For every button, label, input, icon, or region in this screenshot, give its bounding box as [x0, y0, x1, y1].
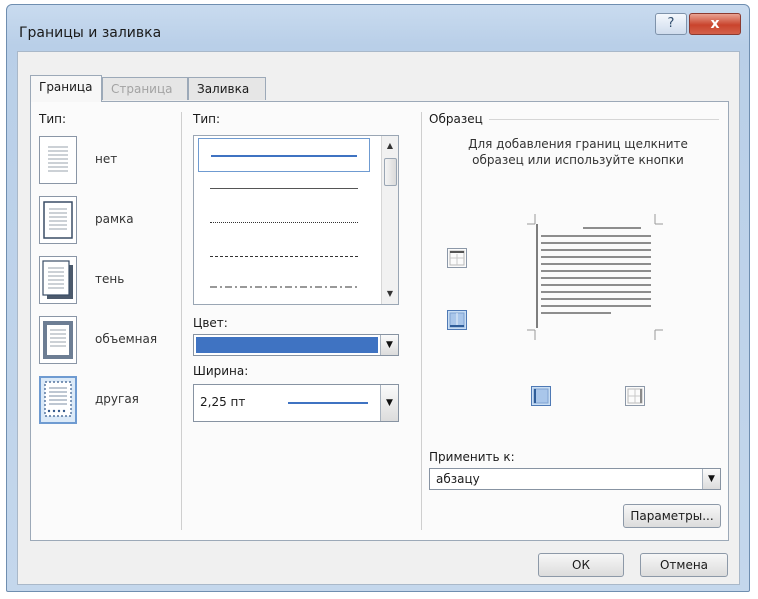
- line-style-list[interactable]: ▲ ▼: [193, 135, 399, 305]
- width-line-sample: [288, 402, 368, 404]
- column-divider-left: [181, 112, 182, 530]
- line-style-solid[interactable]: [198, 138, 370, 172]
- line-style-solid-thin[interactable]: [198, 172, 370, 206]
- border-left-button[interactable]: [531, 386, 551, 406]
- tab-shading[interactable]: Заливка: [188, 77, 266, 100]
- preview-group-label: Образец: [429, 112, 483, 126]
- dialog-window: Границы и заливка ? x Граница Страница З…: [6, 4, 750, 592]
- preset-custom-label: другая: [95, 392, 139, 406]
- title-bar[interactable]: Границы и заливка ? x: [7, 5, 749, 51]
- border-3d-icon: [39, 316, 77, 364]
- border-box-icon: [39, 196, 77, 244]
- thin-line-sample: [210, 188, 358, 189]
- border-right-icon: [627, 388, 643, 404]
- help-button[interactable]: ?: [655, 13, 687, 35]
- scroll-thumb[interactable]: [384, 158, 397, 186]
- preset-custom[interactable]: другая: [39, 376, 179, 432]
- dash-dot-line-sample: [210, 286, 358, 288]
- width-label: Ширина:: [193, 364, 249, 378]
- border-right-button[interactable]: [625, 386, 645, 406]
- preset-none[interactable]: нет: [39, 136, 179, 192]
- ok-button[interactable]: ОК: [538, 553, 624, 577]
- tab-border[interactable]: Граница: [30, 75, 102, 102]
- border-none-icon: [39, 136, 77, 184]
- border-bottom-button[interactable]: [447, 310, 467, 330]
- color-dropdown[interactable]: ▼: [193, 334, 399, 356]
- preview-group-rule: [489, 119, 719, 120]
- border-bottom-icon: [449, 312, 465, 328]
- dialog-body: Граница Страница Заливка Тип: нет рамка: [17, 51, 740, 585]
- preset-none-label: нет: [95, 152, 118, 166]
- options-button[interactable]: Параметры...: [623, 504, 721, 528]
- scroll-up-arrow-icon[interactable]: ▲: [382, 138, 398, 154]
- dotted-line-sample: [210, 222, 358, 223]
- line-style-dash-dot[interactable]: [198, 274, 370, 308]
- preset-shadow-label: тень: [95, 272, 125, 286]
- preset-3d[interactable]: объемная: [39, 316, 179, 372]
- chevron-down-icon[interactable]: ▼: [380, 385, 398, 421]
- chevron-down-icon[interactable]: ▼: [702, 469, 720, 489]
- chevron-down-icon[interactable]: ▼: [380, 335, 398, 355]
- preview-hint: Для добавления границ щелкните образец и…: [468, 137, 688, 167]
- apply-to-value: абзацу: [436, 472, 480, 486]
- border-top-button[interactable]: [447, 248, 467, 268]
- dashed-line-sample: [210, 256, 358, 257]
- apply-to-dropdown[interactable]: абзацу ▼: [429, 468, 721, 490]
- preset-box-label: рамка: [95, 212, 134, 226]
- color-label: Цвет:: [193, 316, 228, 330]
- width-dropdown[interactable]: 2,25 пт ▼: [193, 384, 399, 422]
- color-swatch: [196, 337, 378, 353]
- border-top-icon: [449, 250, 465, 266]
- border-shadow-icon: [39, 256, 77, 304]
- close-button[interactable]: x: [689, 13, 741, 35]
- border-custom-icon: [39, 376, 77, 424]
- width-value: 2,25 пт: [200, 395, 246, 409]
- preset-3d-label: объемная: [95, 332, 158, 346]
- dialog-title: Границы и заливка: [19, 25, 162, 41]
- tab-page[interactable]: Страница: [102, 77, 188, 100]
- column-divider-right: [421, 112, 422, 530]
- border-tab-panel: Тип: нет рамка тень объемная другая Тип:…: [30, 101, 729, 541]
- cancel-button[interactable]: Отмена: [640, 553, 728, 577]
- preset-box[interactable]: рамка: [39, 196, 179, 252]
- solid-line-sample: [211, 155, 357, 157]
- preset-group-label: Тип:: [39, 112, 67, 126]
- line-style-dashed[interactable]: [198, 240, 370, 274]
- scroll-down-arrow-icon[interactable]: ▼: [382, 286, 398, 302]
- line-style-group-label: Тип:: [193, 112, 221, 126]
- apply-to-label: Применить к:: [429, 450, 515, 464]
- style-list-scrollbar[interactable]: ▲ ▼: [381, 136, 398, 304]
- preset-shadow[interactable]: тень: [39, 256, 179, 312]
- line-style-dotted[interactable]: [198, 206, 370, 240]
- border-left-icon: [533, 388, 549, 404]
- preview-sample[interactable]: [527, 214, 663, 340]
